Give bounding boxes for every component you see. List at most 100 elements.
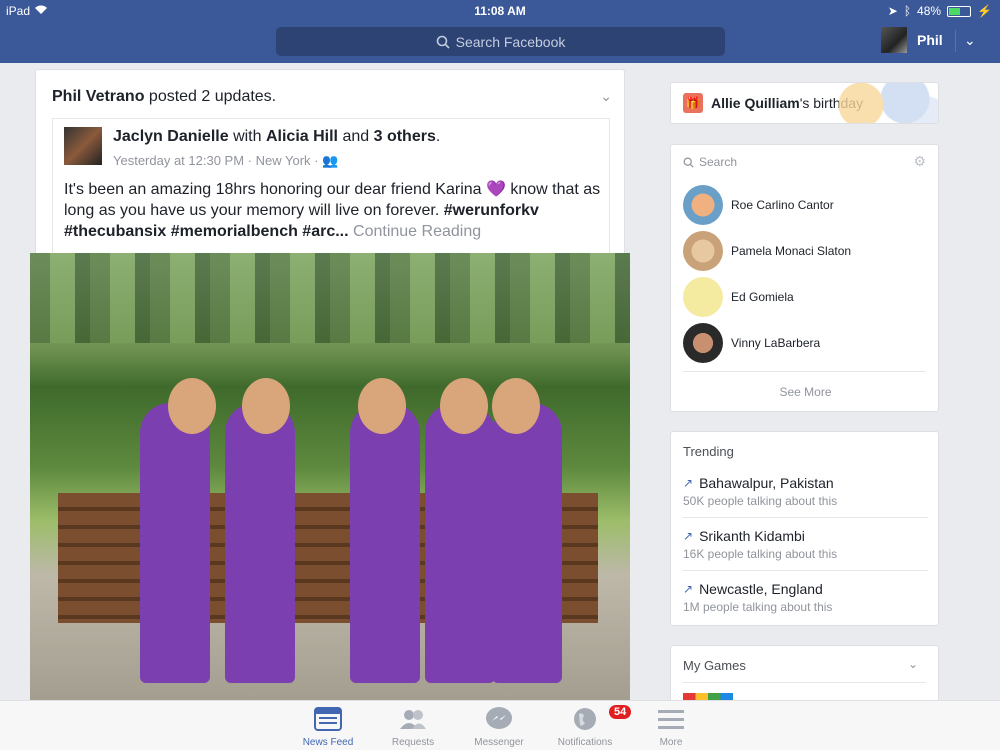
- trending-count: 1M people talking about this: [683, 600, 833, 614]
- author-line: Jaclyn Danielle with Alicia Hill and 3 o…: [113, 128, 440, 146]
- photo-person: [425, 403, 495, 683]
- contacts-search[interactable]: Search: [683, 155, 737, 169]
- contact-item[interactable]: Pamela Monaci Slaton: [683, 231, 851, 271]
- tab-label: Notifications: [557, 737, 613, 748]
- menu-icon: [657, 707, 685, 731]
- search-input[interactable]: Search Facebook: [276, 27, 725, 56]
- tab-label: Messenger: [474, 737, 524, 748]
- contact-item[interactable]: Vinny LaBarbera: [683, 323, 820, 363]
- trending-topic: Newcastle, England: [699, 581, 823, 597]
- avatar: [683, 231, 723, 271]
- author-name[interactable]: Jaclyn Danielle: [113, 128, 229, 145]
- tab-news-feed[interactable]: News Feed: [288, 707, 368, 748]
- trending-topic: Bahawalpur, Pakistan: [699, 475, 834, 491]
- birthday-card[interactable]: 🎁 Allie Quilliam's birthday: [670, 82, 939, 124]
- trending-item[interactable]: ↗ Srikanth Kidambi 16K people talking abo…: [683, 528, 928, 571]
- globe-icon: 54: [571, 705, 632, 731]
- tab-more[interactable]: More: [631, 707, 711, 748]
- photo-background: [30, 253, 630, 343]
- tab-requests[interactable]: Requests: [373, 707, 453, 748]
- contact-name: Ed Gomiela: [731, 290, 794, 304]
- post-header: Phil Vetrano posted 2 updates.: [52, 88, 276, 106]
- post-meta: Yesterday at 12:30 PM · New York · 👥: [113, 153, 339, 168]
- trending-arrow-icon: ↗: [683, 476, 694, 490]
- contact-item[interactable]: Ed Gomiela: [683, 277, 794, 317]
- post-text-part: It's been an amazing 18hrs honoring our …: [64, 181, 486, 198]
- location-arrow-icon: ➤: [887, 4, 898, 18]
- contacts-card: Search ⚙ Roe Carlino Cantor Pamela Monac…: [670, 144, 939, 412]
- tab-messenger[interactable]: Messenger: [459, 707, 539, 748]
- balloons-decoration: [828, 83, 938, 123]
- avatar: [683, 323, 723, 363]
- my-games-card: My Games ⌄: [670, 645, 939, 705]
- trending-arrow-icon: ↗: [683, 529, 694, 543]
- contact-item[interactable]: Roe Carlino Cantor: [683, 185, 834, 225]
- period: .: [435, 128, 441, 145]
- see-more-link[interactable]: See More: [671, 385, 940, 399]
- others-link[interactable]: 3 others: [374, 128, 436, 145]
- photo-face: [358, 378, 406, 434]
- my-games-title: My Games: [683, 658, 746, 673]
- contact-name: Vinny LaBarbera: [731, 336, 821, 350]
- contact-name: Roe Carlino Cantor: [731, 198, 834, 212]
- and-text: and: [338, 128, 374, 145]
- chevron-down-icon[interactable]: ⌄: [964, 32, 976, 49]
- friend-requests-icon: [399, 707, 427, 731]
- avatar: [881, 27, 907, 53]
- photo-face: [440, 378, 488, 434]
- divider: [683, 570, 928, 571]
- status-time: 11:08 AM: [474, 4, 526, 18]
- photo-face: [242, 378, 290, 434]
- battery-icon: [947, 5, 972, 17]
- trending-item[interactable]: ↗ Newcastle, England 1M people talking ab…: [683, 581, 928, 614]
- photo-person: [350, 403, 420, 683]
- tab-notifications[interactable]: 54 Notifications: [545, 705, 632, 748]
- bottom-tab-bar: News Feed Requests Messenger 54 Notifica…: [0, 700, 1000, 750]
- tab-label: News Feed: [302, 737, 354, 748]
- avatar: [683, 277, 723, 317]
- notification-badge: 54: [609, 705, 632, 719]
- post-time[interactable]: Yesterday at 12:30 PM: [113, 153, 244, 168]
- divider: [683, 682, 926, 683]
- trending-count: 50K people talking about this: [683, 494, 838, 508]
- continue-reading-link[interactable]: Continue Reading: [353, 223, 481, 240]
- contact-name: Pamela Monaci Slaton: [731, 244, 852, 258]
- trending-topic: Srikanth Kidambi: [699, 528, 805, 544]
- messenger-icon: [485, 707, 513, 731]
- trending-count: 16K people talking about this: [683, 547, 838, 561]
- trending-title: Trending: [683, 444, 734, 459]
- battery-percent: 48%: [917, 4, 942, 18]
- with-text: with: [228, 128, 266, 145]
- divider: [683, 371, 926, 372]
- avatar: [683, 185, 723, 225]
- trending-item[interactable]: ↗ Bahawalpur, Pakistan 50K people talking…: [683, 475, 928, 518]
- gear-icon[interactable]: ⚙: [913, 153, 926, 170]
- news-feed-icon: [314, 707, 342, 731]
- photo-person: [492, 403, 562, 683]
- trending-arrow-icon: ↗: [683, 582, 694, 596]
- user-name: Phil: [917, 32, 943, 48]
- photo-face: [492, 378, 540, 434]
- chevron-down-icon[interactable]: ⌄: [600, 88, 612, 105]
- chevron-down-icon[interactable]: ⌄: [908, 657, 918, 671]
- photo-person: [140, 403, 210, 683]
- poster-name[interactable]: Phil Vetrano: [52, 88, 144, 105]
- top-bar: iPad 11:08 AM ➤ ᛒ 48% ⚡ Search Facebook …: [0, 0, 1000, 63]
- photo-person: [225, 403, 295, 683]
- tab-label: Requests: [391, 737, 435, 748]
- search-icon: [436, 35, 450, 49]
- post-action: posted 2 updates.: [144, 88, 277, 105]
- search-icon: [683, 157, 694, 168]
- post-photo[interactable]: [30, 253, 630, 700]
- avatar[interactable]: [64, 127, 102, 165]
- gift-icon: 🎁: [683, 93, 703, 113]
- contacts-search-label: Search: [699, 155, 738, 169]
- status-bar: iPad 11:08 AM ➤ ᛒ 48% ⚡: [0, 4, 1000, 18]
- birthday-name[interactable]: Allie Quilliam: [711, 95, 800, 111]
- friends-icon: 👥: [322, 153, 339, 168]
- profile-button[interactable]: Phil: [881, 27, 943, 53]
- tagged-name[interactable]: Alicia Hill: [266, 128, 338, 145]
- photo-face: [168, 378, 216, 434]
- charging-icon: ⚡: [977, 4, 992, 18]
- post-location[interactable]: New York: [256, 153, 311, 168]
